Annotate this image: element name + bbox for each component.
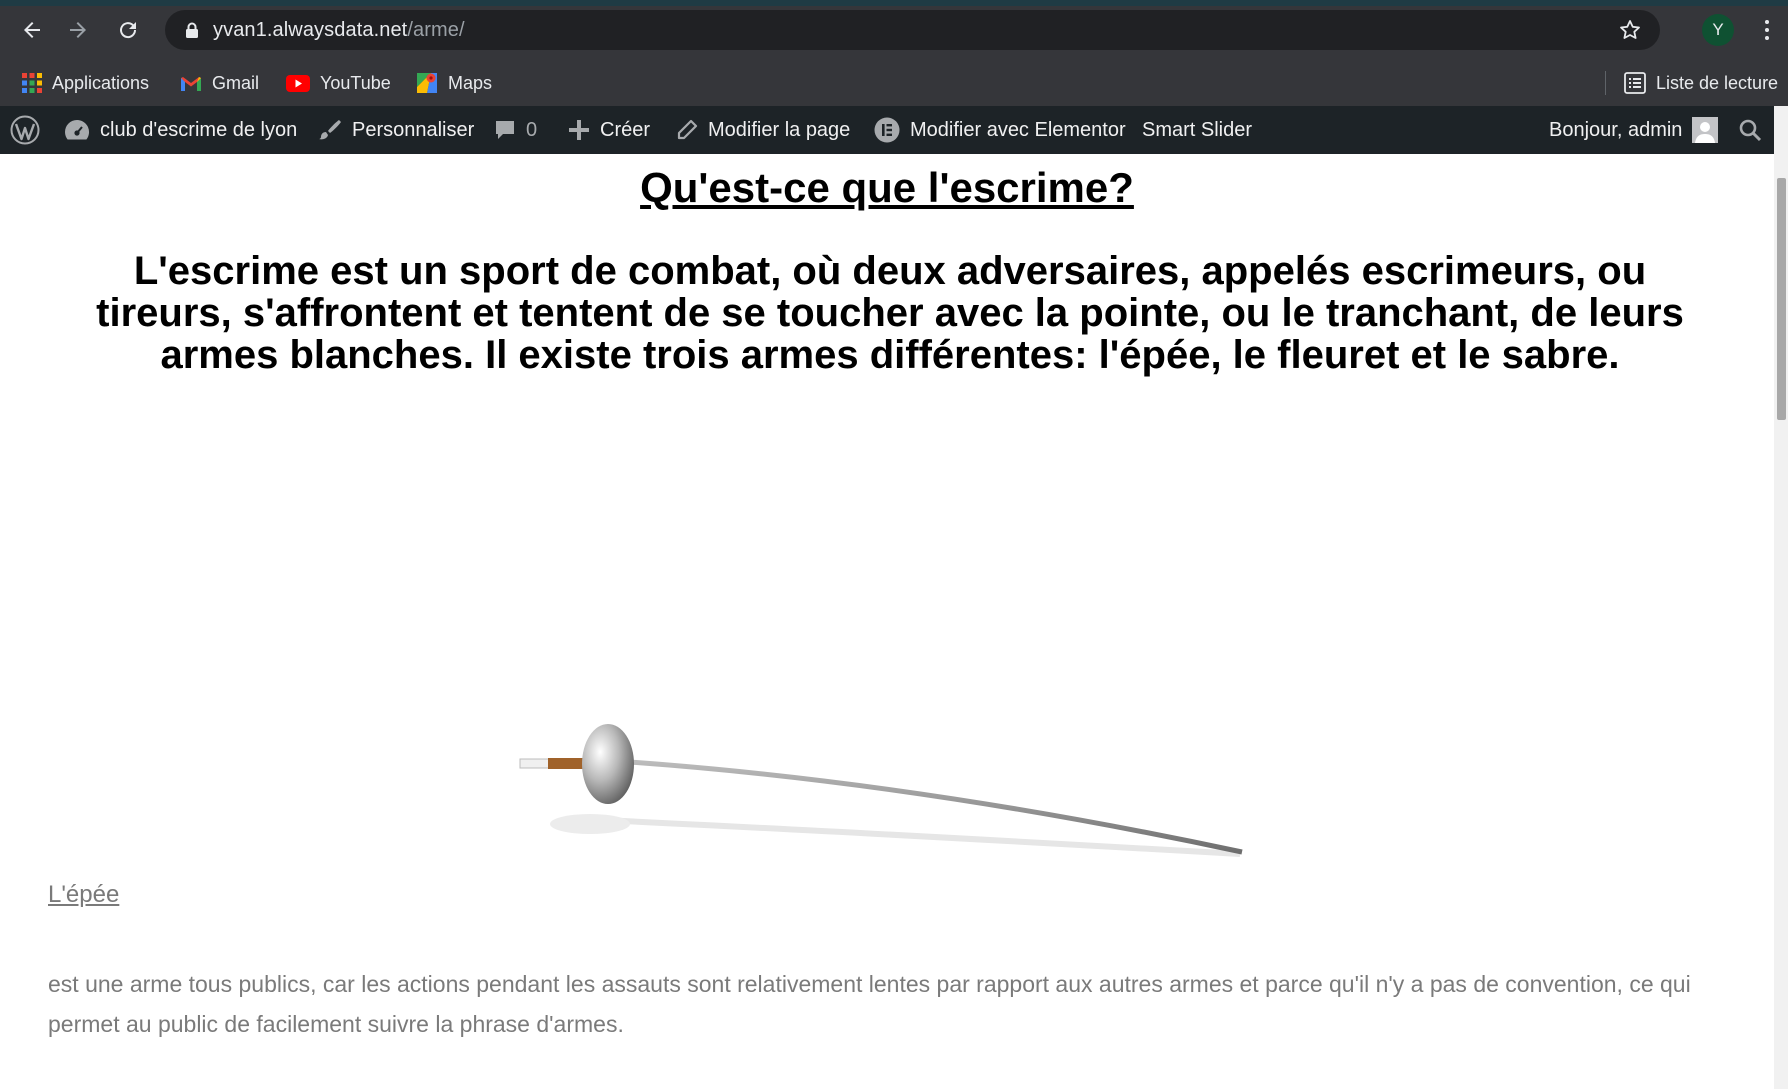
- avatar: [1692, 117, 1719, 143]
- bookmark-youtube[interactable]: YouTube: [286, 68, 391, 98]
- page-content: Qu'est-ce que l'escrime? L'escrime est u…: [0, 154, 1774, 1089]
- gmail-icon: [181, 76, 201, 91]
- bookmark-label: Gmail: [212, 72, 260, 93]
- bookmark-applications[interactable]: Applications: [22, 68, 149, 98]
- edit-page-label: Modifier la page: [708, 118, 851, 141]
- smart-slider-label: Smart Slider: [1142, 118, 1253, 141]
- comment-bubble-icon: [496, 121, 514, 139]
- arrow-left-icon: [24, 22, 40, 38]
- profile-avatar[interactable]: Y: [1702, 14, 1734, 46]
- bookmark-label: YouTube: [320, 72, 391, 93]
- comments-count: 0: [526, 118, 538, 141]
- arrow-right-icon: [70, 22, 86, 38]
- wp-admin-bar: club d'escrime de lyon Personnaliser 0 C…: [0, 106, 1774, 154]
- back-button[interactable]: [12, 12, 52, 48]
- window-top-accent: [0, 0, 1788, 6]
- wp-customize[interactable]: Personnaliser: [318, 106, 474, 154]
- reading-list-icon: [1624, 72, 1646, 94]
- forward-button[interactable]: [58, 12, 98, 48]
- wp-logo-button[interactable]: [10, 106, 40, 154]
- youtube-icon: [286, 74, 310, 92]
- reading-list-button[interactable]: Liste de lecture: [1624, 68, 1778, 98]
- epee-image: [519, 724, 1243, 857]
- bookmark-label: Applications: [52, 72, 150, 93]
- wp-comments[interactable]: 0: [494, 106, 537, 154]
- image-caption[interactable]: L'épée: [48, 881, 119, 909]
- url-path: /arme/: [407, 19, 465, 41]
- elementor-label: Modifier avec Elementor: [910, 118, 1126, 141]
- browser-toolbar: yvan1.alwaysdata.net/arme/ Y: [0, 0, 1788, 60]
- page-title: Qu'est-ce que l'escrime?: [640, 164, 1134, 211]
- new-label: Créer: [600, 118, 651, 141]
- pencil-icon: [677, 119, 698, 140]
- bookmark-gmail[interactable]: Gmail: [180, 68, 259, 98]
- url-host: yvan1.alwaysdata.net: [213, 19, 408, 41]
- wp-elementor[interactable]: Modifier avec Elementor: [874, 106, 1126, 154]
- wp-edit-page[interactable]: Modifier la page: [676, 106, 850, 154]
- bookmarks-divider: [1605, 71, 1606, 95]
- bookmarks-bar: Applications Gmail YouTube Maps Liste de…: [0, 60, 1788, 106]
- elementor-icon: [874, 117, 900, 143]
- lock-icon: [186, 22, 198, 38]
- wp-smart-slider[interactable]: Smart Slider: [1142, 106, 1252, 154]
- wordpress-logo-icon: [10, 115, 40, 145]
- wp-new-content[interactable]: Créer: [568, 106, 650, 154]
- epee-description: est une arme tous publics, car les actio…: [48, 971, 1691, 1037]
- search-icon: [1739, 119, 1762, 142]
- wp-account[interactable]: Bonjour, admin: [1549, 106, 1719, 154]
- reload-button[interactable]: [108, 12, 148, 48]
- reload-icon: [120, 22, 137, 39]
- dashboard-icon: [65, 119, 90, 140]
- plus-icon: [569, 120, 589, 140]
- wp-site-name[interactable]: club d'escrime de lyon: [64, 106, 297, 154]
- greeting-label: Bonjour, admin: [1549, 118, 1683, 141]
- star-icon[interactable]: [1618, 18, 1642, 42]
- site-name-label: club d'escrime de lyon: [100, 118, 298, 141]
- customize-label: Personnaliser: [352, 118, 475, 141]
- address-bar[interactable]: yvan1.alwaysdata.net/arme/: [165, 10, 1660, 50]
- page-scrollbar[interactable]: [1774, 106, 1788, 1089]
- kebab-menu-icon[interactable]: [1755, 14, 1779, 46]
- reading-list-label: Liste de lecture: [1656, 72, 1779, 93]
- bookmark-label: Maps: [448, 72, 493, 93]
- bookmark-maps[interactable]: Maps: [416, 68, 492, 98]
- intro-text: L'escrime est un sport de combat, où deu…: [96, 249, 1684, 377]
- wp-search[interactable]: [1738, 106, 1762, 154]
- url-text: yvan1.alwaysdata.net/arme/: [213, 19, 465, 42]
- paintbrush-icon: [319, 120, 341, 140]
- maps-icon: [417, 73, 437, 93]
- scrollbar-thumb[interactable]: [1777, 178, 1786, 420]
- apps-grid-icon: [22, 73, 42, 93]
